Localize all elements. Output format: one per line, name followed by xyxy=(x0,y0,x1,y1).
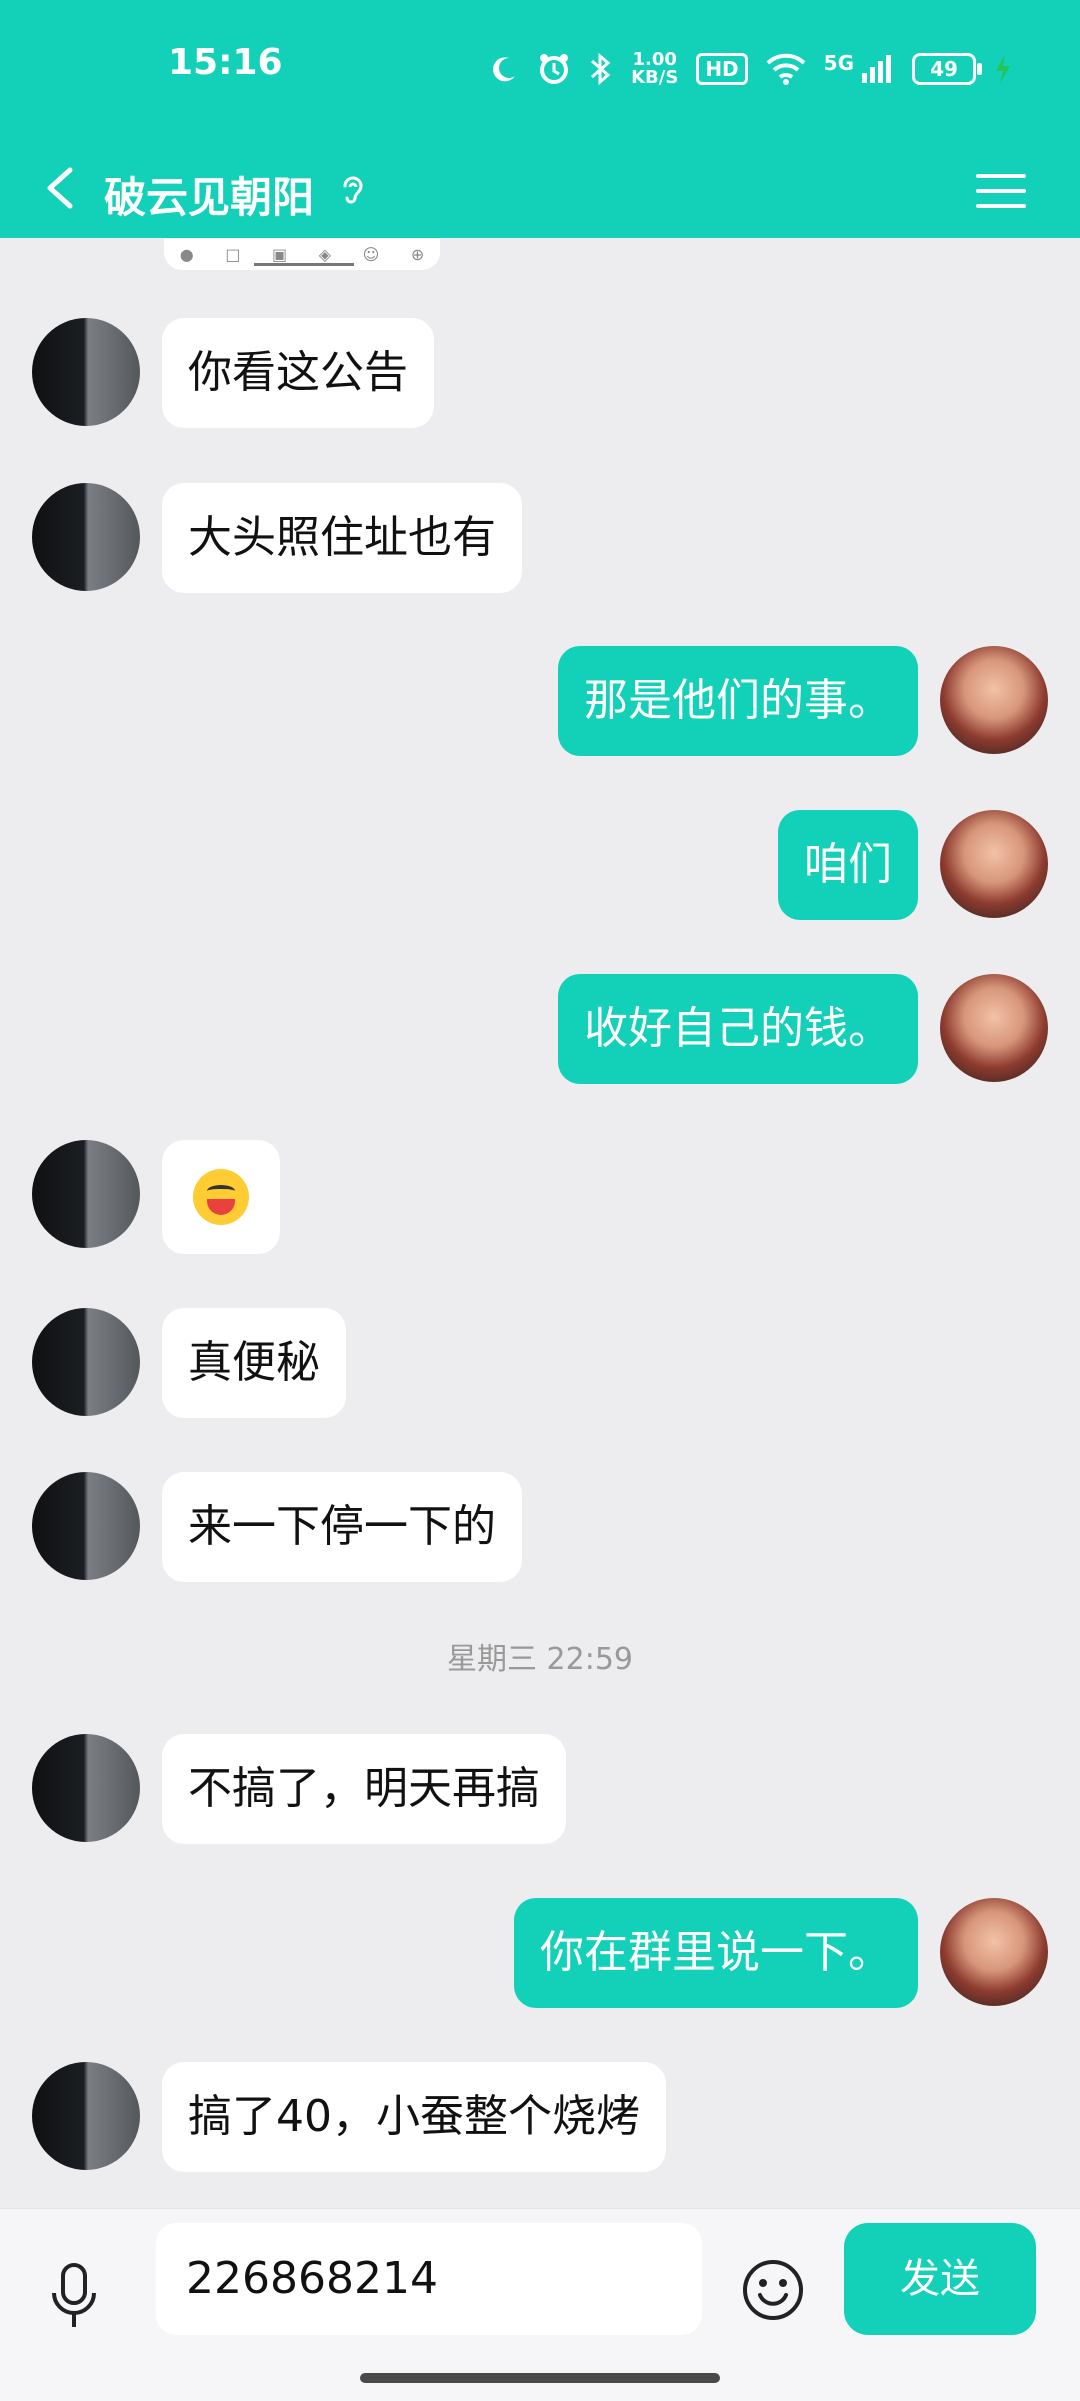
emoji-icon: ☺ xyxy=(362,244,380,264)
avatar[interactable] xyxy=(940,810,1048,918)
message-bubble[interactable]: 你看这公告 xyxy=(162,318,434,428)
top-bar: 15:16 1.00 KB/S HD 5G 49 破云见朝阳 xyxy=(0,0,1080,238)
chat-title: 破云见朝阳 xyxy=(104,173,315,222)
avatar[interactable] xyxy=(940,1898,1048,2006)
message-bubble[interactable]: 大头照住址也有 xyxy=(162,483,522,593)
image-icon: □ xyxy=(225,244,241,264)
emoji-icon[interactable] xyxy=(740,2257,806,2323)
mic-icon: ● xyxy=(179,244,194,264)
message-input[interactable]: 226868214 xyxy=(156,2223,702,2335)
emoji-message-bubble[interactable] xyxy=(162,1140,280,1254)
speed-unit: KB/S xyxy=(631,67,679,88)
avatar[interactable] xyxy=(32,2062,140,2170)
avatar[interactable] xyxy=(940,974,1048,1082)
avatar[interactable] xyxy=(32,1472,140,1580)
charging-icon xyxy=(996,54,1010,84)
message-bubble[interactable]: 那是他们的事。 xyxy=(558,646,918,756)
preview-indicator xyxy=(254,263,354,266)
moon-icon xyxy=(493,57,516,82)
camera-icon: ▣ xyxy=(272,244,288,264)
status-bar: 15:16 1.00 KB/S HD 5G 49 xyxy=(0,0,1080,140)
bluetooth-icon xyxy=(591,52,611,86)
home-indicator[interactable] xyxy=(360,2373,720,2383)
message-bubble[interactable]: 你在群里说一下。 xyxy=(514,1898,918,2008)
hd-badge: HD xyxy=(696,53,748,85)
avatar[interactable] xyxy=(32,483,140,591)
chat-header: 破云见朝阳 xyxy=(0,140,1080,238)
sticker-icon: ◈ xyxy=(318,244,331,264)
avatar[interactable] xyxy=(32,1308,140,1416)
wifi-icon xyxy=(766,53,806,85)
signal-icon xyxy=(862,55,891,83)
avatar[interactable] xyxy=(32,318,140,426)
message-bubble[interactable]: 咱们 xyxy=(778,810,918,920)
message-bubble[interactable]: 真便秘 xyxy=(162,1308,346,1418)
status-time: 15:16 xyxy=(168,42,283,83)
menu-icon[interactable] xyxy=(974,170,1028,212)
eating-watermelon-emoji-icon xyxy=(193,1169,249,1225)
avatar[interactable] xyxy=(32,1734,140,1842)
back-icon[interactable] xyxy=(40,166,84,210)
message-bubble[interactable]: 来一下停一下的 xyxy=(162,1472,522,1582)
attachment-toolbar-preview: ● □ ▣ ◈ ☺ ⊕ xyxy=(164,238,440,270)
ear-icon[interactable] xyxy=(337,172,369,208)
battery-indicator: 49 xyxy=(912,53,982,85)
composer-bar: 226868214 发送 xyxy=(0,2208,1080,2401)
alarm-icon xyxy=(540,54,569,84)
signal-label: 5G xyxy=(823,51,854,75)
message-bubble[interactable]: 搞了40，小蚕整个烧烤 xyxy=(162,2062,666,2172)
send-button[interactable]: 发送 xyxy=(844,2223,1036,2335)
message-bubble[interactable]: 不搞了，明天再搞 xyxy=(162,1734,566,1844)
plus-icon: ⊕ xyxy=(410,244,425,264)
network-speed: 1.00 KB/S xyxy=(631,51,678,87)
microphone-icon[interactable] xyxy=(46,2261,102,2333)
avatar[interactable] xyxy=(940,646,1048,754)
message-list[interactable]: ● □ ▣ ◈ ☺ ⊕ 你看这公告 大头照住址也有 那是他们的事。 咱们 收好自… xyxy=(0,238,1080,2208)
message-bubble[interactable]: 收好自己的钱。 xyxy=(558,974,918,1084)
status-icons: 1.00 KB/S HD 5G 49 xyxy=(489,48,1012,90)
avatar[interactable] xyxy=(32,1140,140,1248)
timestamp: 星期三 22:59 xyxy=(447,1642,633,1677)
